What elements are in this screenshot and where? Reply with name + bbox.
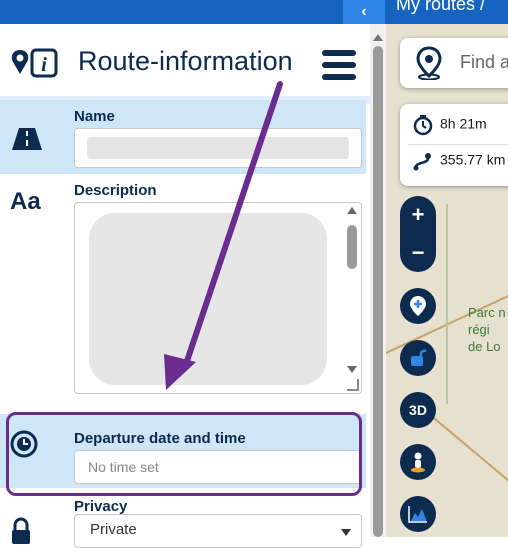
annotation-arrow bbox=[164, 81, 283, 390]
